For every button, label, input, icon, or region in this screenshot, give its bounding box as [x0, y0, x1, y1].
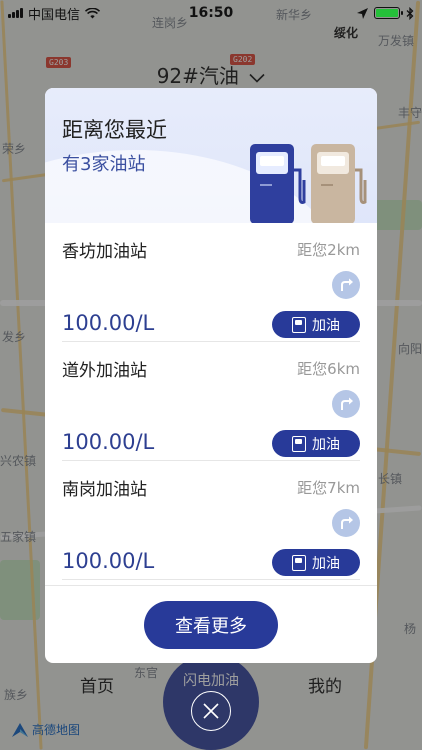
battery-icon — [374, 7, 403, 19]
location-arrow-icon — [357, 7, 368, 19]
refuel-button[interactable]: 加油 — [272, 430, 360, 457]
refuel-button[interactable]: 加油 — [272, 549, 360, 576]
navigate-button[interactable] — [332, 509, 360, 537]
status-bar: 中国电信 16:50 — [0, 0, 422, 26]
refuel-button-label: 加油 — [312, 436, 340, 453]
route-turn-icon — [341, 278, 353, 291]
wifi-icon — [85, 7, 101, 18]
modal-header: 距离您最近 有3家油站 — [45, 88, 377, 223]
route-turn-icon — [341, 516, 353, 529]
station-name: 南岗加油站 — [62, 480, 147, 500]
bluetooth-icon — [406, 6, 414, 20]
refuel-icon — [292, 435, 306, 452]
view-more-button[interactable]: 查看更多 — [144, 600, 278, 649]
station-name: 香坊加油站 — [62, 242, 147, 262]
station-distance: 距您2km — [297, 241, 360, 259]
status-time: 16:50 — [188, 5, 234, 21]
refuel-icon — [292, 554, 306, 571]
navigate-button[interactable] — [332, 271, 360, 299]
modal-title: 距离您最近 — [62, 118, 167, 142]
refuel-button-label: 加油 — [312, 555, 340, 572]
modal-subtitle: 有3家油站 — [62, 154, 146, 175]
station-item[interactable]: 南岗加油站 距您7km 100.00/L 加油 — [62, 461, 360, 580]
nearest-stations-modal: 距离您最近 有3家油站 香坊加油站 距您2km 100.00/L 加油 道外加油… — [45, 88, 377, 663]
close-modal-button[interactable] — [191, 691, 231, 731]
station-price: 100.00/L — [62, 549, 155, 573]
navigate-button[interactable] — [332, 390, 360, 418]
route-turn-icon — [341, 397, 353, 410]
station-list: 香坊加油站 距您2km 100.00/L 加油 道外加油站 距您6km 100.… — [45, 223, 377, 583]
fuel-pump-icon — [250, 144, 306, 223]
signal-icon — [8, 8, 23, 18]
station-distance: 距您6km — [297, 360, 360, 378]
fuel-pump-icon — [311, 144, 367, 223]
station-distance: 距您7km — [297, 479, 360, 497]
close-icon — [203, 703, 219, 719]
refuel-button-label: 加油 — [312, 317, 340, 334]
refuel-icon — [292, 316, 306, 333]
modal-footer: 查看更多 — [45, 585, 377, 663]
station-item[interactable]: 香坊加油站 距您2km 100.00/L 加油 — [62, 223, 360, 342]
station-item[interactable]: 道外加油站 距您6km 100.00/L 加油 — [62, 342, 360, 461]
refuel-button[interactable]: 加油 — [272, 311, 360, 338]
station-name: 道外加油站 — [62, 361, 147, 381]
station-price: 100.00/L — [62, 430, 155, 454]
station-price: 100.00/L — [62, 311, 155, 335]
carrier-name: 中国电信 — [28, 7, 81, 23]
